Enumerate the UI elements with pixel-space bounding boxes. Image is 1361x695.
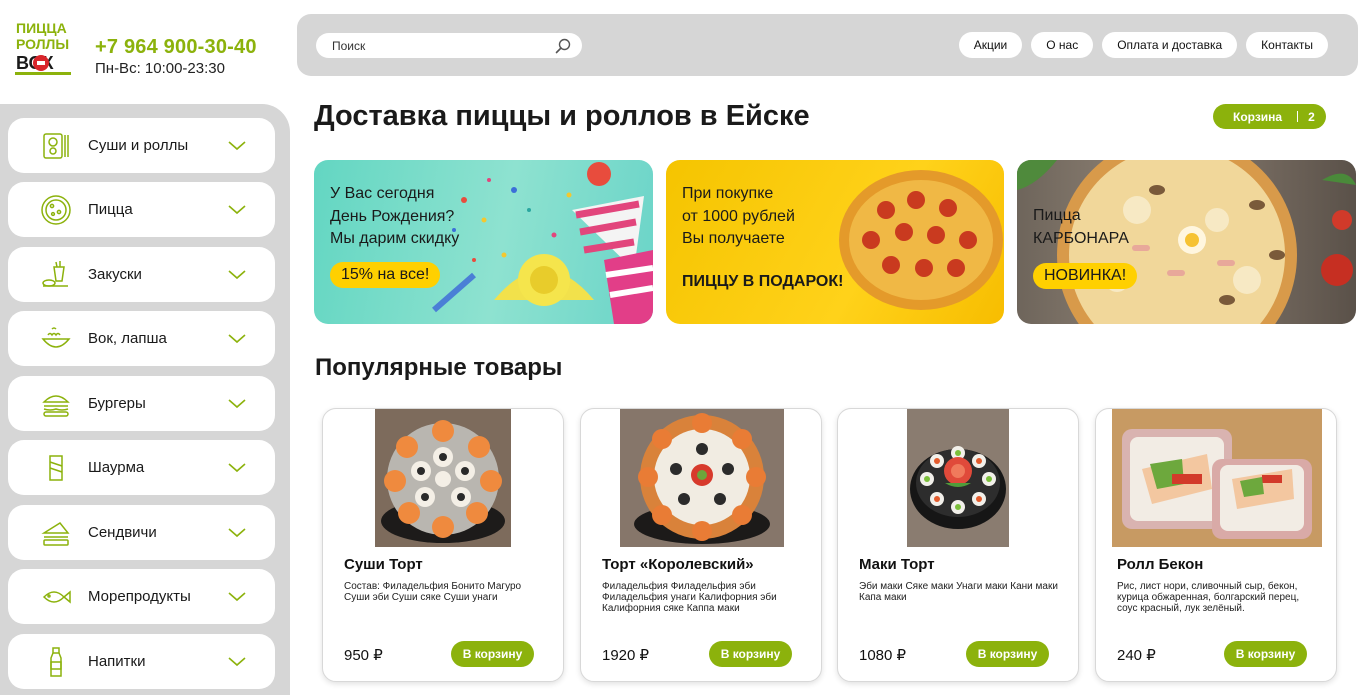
add-to-cart-button[interactable]: В корзину — [709, 641, 792, 667]
banner-carbonara-text: Пицца КАРБОНАРА — [1033, 205, 1129, 250]
nav-payment-delivery[interactable]: Оплата и доставка — [1102, 32, 1238, 58]
product-description: Рис, лист нори, сливочный сыр, бекон, ку… — [1117, 581, 1300, 614]
banner-carbonara[interactable]: Пицца КАРБОНАРА НОВИНКА! — [1017, 160, 1356, 324]
phone-number[interactable]: +7 964 900-30-40 — [95, 36, 257, 59]
sidebar-item-label: Шаурма — [88, 459, 145, 476]
chevron-down-icon[interactable] — [227, 333, 247, 345]
wok-icon — [40, 323, 72, 355]
cart-label: Корзина — [1233, 109, 1283, 124]
main-nav: Акции О нас Оплата и доставка Контакты — [958, 32, 1328, 58]
chevron-down-icon[interactable] — [227, 591, 247, 603]
chevron-down-icon[interactable] — [227, 462, 247, 474]
sidebar-item-wok[interactable]: Вок, лапша — [8, 311, 275, 366]
nav-contacts[interactable]: Контакты — [1246, 32, 1328, 58]
product-card[interactable]: Суши Торт Состав: Филадельфия Бонито Маг… — [322, 408, 564, 682]
add-to-cart-button[interactable]: В корзину — [1224, 641, 1307, 667]
banner-line: При покупке — [682, 185, 774, 202]
product-card[interactable]: Ролл Бекон Рис, лист нори, сливочный сыр… — [1095, 408, 1337, 682]
product-image[interactable] — [907, 409, 1009, 547]
logo-line1: ПИЦЦА — [16, 20, 67, 36]
product-name[interactable]: Суши Торт — [344, 556, 423, 573]
product-description: Филадельфия Филадельфия эби Филадельфия … — [602, 581, 777, 614]
banner-birthday-text: У Вас сегодня День Рождения? Мы дарим ск… — [330, 183, 459, 251]
burger-icon — [40, 388, 72, 420]
product-card[interactable]: Торт «Королевский» Филадельфия Филадельф… — [580, 408, 822, 682]
snacks-icon — [40, 259, 72, 291]
sidebar-item-seafood[interactable]: Морепродукты — [8, 569, 275, 624]
page-title: Доставка пиццы и роллов в Ейске — [314, 100, 810, 132]
sidebar-item-sandwiches[interactable]: Сендвичи — [8, 505, 275, 560]
cart-count: 2 — [1308, 109, 1315, 124]
search-icon[interactable] — [554, 37, 572, 55]
category-sidebar: Суши и роллы Пицца Закуски Вок, лапша Бу… — [0, 104, 290, 695]
banner-free-pizza-text: При покупке от 1000 рублей Вы получаете — [682, 183, 795, 251]
sidebar-item-label: Закуски — [88, 266, 142, 283]
sidebar-item-snacks[interactable]: Закуски — [8, 247, 275, 302]
cart-button[interactable]: Корзина 2 — [1213, 104, 1326, 129]
chevron-down-icon[interactable] — [227, 204, 247, 216]
banner-line: КАРБОНАРА — [1033, 229, 1129, 247]
sidebar-item-label: Сендвичи — [88, 524, 157, 541]
pizza-icon — [40, 194, 72, 226]
banner-line: Мы дарим скидку — [330, 230, 460, 247]
sushi-icon — [40, 130, 72, 162]
sidebar-item-sushi[interactable]: Суши и роллы — [8, 118, 275, 173]
section-title: Популярные товары — [315, 354, 563, 381]
shawarma-icon — [40, 452, 72, 484]
product-description: Состав: Филадельфия Бонито Магуро Суши э… — [344, 581, 522, 603]
product-price: 950 ₽ — [344, 647, 383, 664]
sidebar-item-label: Пицца — [88, 201, 133, 218]
chevron-down-icon[interactable] — [227, 656, 247, 668]
chevron-down-icon[interactable] — [227, 398, 247, 410]
sidebar-item-pizza[interactable]: Пицца — [8, 182, 275, 237]
fish-icon — [40, 581, 72, 613]
top-bar: Поиск Акции О нас Оплата и доставка Конт… — [297, 14, 1358, 76]
logo-line2: РОЛЛЫ — [16, 36, 69, 52]
new-badge: НОВИНКА! — [1033, 263, 1138, 289]
add-to-cart-button[interactable]: В корзину — [451, 641, 534, 667]
product-price: 1080 ₽ — [859, 647, 907, 664]
product-image[interactable] — [375, 409, 511, 547]
search-input[interactable]: Поиск — [332, 39, 554, 53]
product-card[interactable]: Маки Торт Эби маки Сяке маки Унаги маки … — [837, 408, 1079, 682]
sandwich-icon — [40, 517, 72, 549]
search-box[interactable]: Поиск — [316, 33, 582, 58]
discount-badge: 15% на все! — [330, 262, 441, 288]
sidebar-item-burgers[interactable]: Бургеры — [8, 376, 275, 431]
chevron-down-icon[interactable] — [227, 140, 247, 152]
banner-line: Пицца — [1033, 207, 1081, 224]
banner-line: от 1000 рублей — [682, 207, 795, 225]
banner-line: У Вас сегодня — [330, 185, 435, 202]
product-price: 240 ₽ — [1117, 647, 1156, 664]
sidebar-item-label: Бургеры — [88, 395, 146, 412]
logo-image: ПИЦЦА РОЛЛЫ ВОК — [14, 18, 72, 76]
banner-free-pizza[interactable]: При покупке от 1000 рублей Вы получаете … — [666, 160, 1004, 324]
product-name[interactable]: Торт «Королевский» — [602, 556, 754, 573]
nav-about[interactable]: О нас — [1031, 32, 1094, 58]
product-description: Эби маки Сяке маки Унаги маки Кани маки … — [859, 581, 1058, 603]
nav-promotions[interactable]: Акции — [958, 32, 1023, 58]
product-image[interactable] — [1112, 409, 1322, 547]
chevron-down-icon[interactable] — [227, 269, 247, 281]
cart-divider — [1297, 111, 1299, 122]
bottle-icon — [40, 646, 72, 678]
product-image[interactable] — [620, 409, 784, 547]
logo[interactable]: ПИЦЦА РОЛЛЫ ВОК — [14, 18, 72, 76]
sidebar-item-label: Морепродукты — [88, 588, 191, 605]
sidebar-item-label: Напитки — [88, 653, 146, 670]
add-to-cart-button[interactable]: В корзину — [966, 641, 1049, 667]
chevron-down-icon[interactable] — [227, 527, 247, 539]
banner-line: Вы получаете — [682, 230, 785, 247]
product-price: 1920 ₽ — [602, 647, 650, 664]
sidebar-item-drinks[interactable]: Напитки — [8, 634, 275, 689]
sidebar-item-label: Суши и роллы — [88, 137, 189, 154]
product-name[interactable]: Маки Торт — [859, 556, 935, 573]
product-name[interactable]: Ролл Бекон — [1117, 556, 1203, 573]
banner-line: День Рождения? — [330, 207, 455, 225]
working-hours: Пн-Вс: 10:00-23:30 — [95, 60, 225, 77]
sidebar-item-shawarma[interactable]: Шаурма — [8, 440, 275, 495]
banner-free-pizza-highlight: ПИЦЦУ В ПОДАРОК! — [682, 273, 844, 290]
sidebar-item-label: Вок, лапша — [88, 330, 167, 347]
banner-birthday[interactable]: У Вас сегодня День Рождения? Мы дарим ск… — [314, 160, 653, 324]
